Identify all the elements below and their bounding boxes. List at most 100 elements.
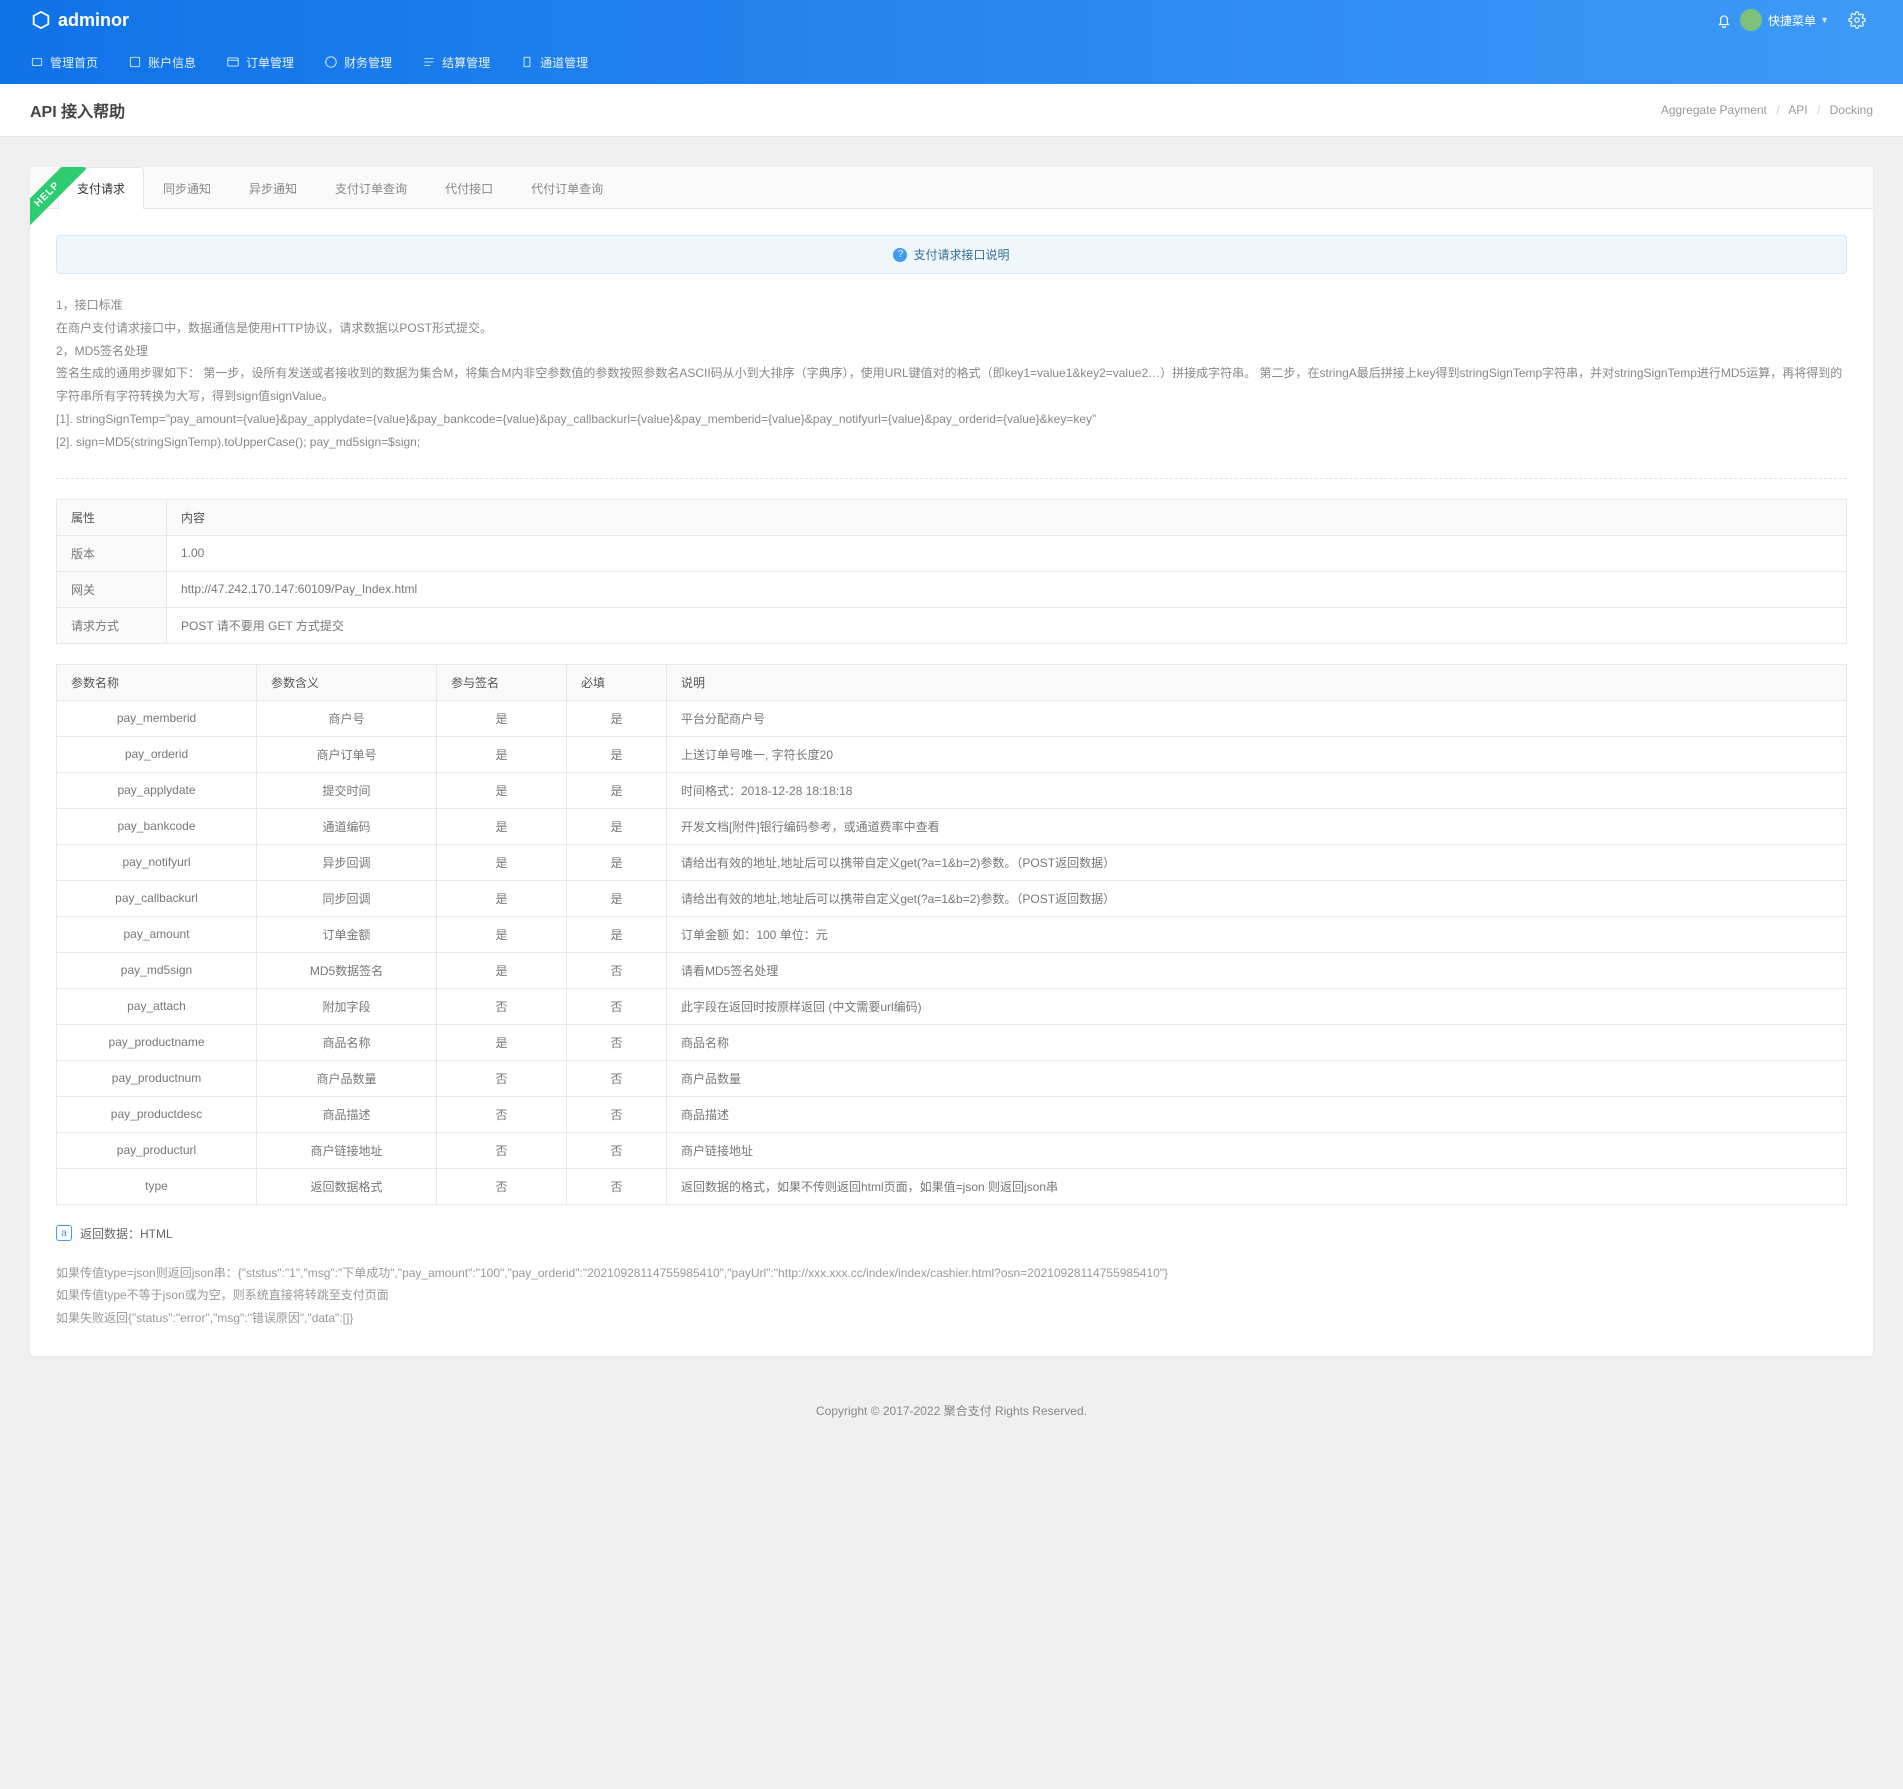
- p-sign: 是: [437, 916, 567, 952]
- crumb-0[interactable]: Aggregate Payment: [1661, 103, 1767, 117]
- p-meaning: 商户号: [257, 700, 437, 736]
- table-row: pay_productnum 商户品数量 否 否 商户品数量: [57, 1060, 1847, 1096]
- footer: Copyright © 2017-2022 聚合支付 Rights Reserv…: [0, 1386, 1903, 1435]
- nav-settle-label: 结算管理: [442, 54, 490, 71]
- p-required: 是: [567, 736, 667, 772]
- nav-orders-label: 订单管理: [246, 54, 294, 71]
- nav-home-label: 管理首页: [50, 54, 98, 71]
- p-name: pay_notifyurl: [57, 844, 257, 880]
- tab-pay-query[interactable]: 支付订单查询: [316, 167, 426, 209]
- p-sign: 否: [437, 1132, 567, 1168]
- kv-h0: 属性: [57, 499, 167, 535]
- nav-account-label: 账户信息: [148, 54, 196, 71]
- table-row: pay_memberid 商户号 是 是 平台分配商户号: [57, 700, 1847, 736]
- kv-val: http://47.242.170.147:60109/Pay_Index.ht…: [167, 571, 1847, 607]
- table-row: pay_bankcode 通道编码 是 是 开发文档[附件]银行编码参考，或通道…: [57, 808, 1847, 844]
- p-meaning: MD5数据签名: [257, 952, 437, 988]
- info-bar: ? 支付请求接口说明: [56, 235, 1847, 274]
- p-sign: 是: [437, 880, 567, 916]
- meta-table: 属性 内容 版本 1.00 网关 http://47.242.170.147:6…: [56, 499, 1847, 644]
- description-block: 1，接口标准在商户支付请求接口中，数据通信是使用HTTP协议，请求数据以POST…: [56, 294, 1847, 454]
- table-row: pay_productname 商品名称 是 否 商品名称: [57, 1024, 1847, 1060]
- p-name: pay_md5sign: [57, 952, 257, 988]
- p-required: 是: [567, 880, 667, 916]
- return-head-text: 返回数据：HTML: [80, 1225, 173, 1242]
- desc-line: [1]. stringSignTemp="pay_amount={value}&…: [56, 408, 1847, 431]
- kv-h1: 内容: [167, 499, 1847, 535]
- tab-async-notify[interactable]: 异步通知: [230, 167, 316, 209]
- kv-key: 版本: [57, 535, 167, 571]
- p-required: 否: [567, 952, 667, 988]
- p-required: 是: [567, 700, 667, 736]
- p-desc: 订单金额 如：100 单位：元: [667, 916, 1847, 952]
- tab-payout-query[interactable]: 代付订单查询: [512, 167, 622, 209]
- p-name: type: [57, 1168, 257, 1204]
- p-desc: 请看MD5签名处理: [667, 952, 1847, 988]
- p-required: 是: [567, 916, 667, 952]
- table-row: pay_productdesc 商品描述 否 否 商品描述: [57, 1096, 1847, 1132]
- page-title: API 接入帮助: [30, 98, 125, 122]
- p-required: 否: [567, 1096, 667, 1132]
- nav-orders[interactable]: 订单管理: [226, 40, 294, 84]
- p-meaning: 提交时间: [257, 772, 437, 808]
- p-name: pay_memberid: [57, 700, 257, 736]
- crumb-2: Docking: [1830, 103, 1873, 117]
- p-name: pay_amount: [57, 916, 257, 952]
- p-meaning: 商户链接地址: [257, 1132, 437, 1168]
- p-required: 否: [567, 1132, 667, 1168]
- nav-account[interactable]: 账户信息: [128, 40, 196, 84]
- nav-channel-label: 通道管理: [540, 54, 588, 71]
- nav-settle[interactable]: 结算管理: [422, 40, 490, 84]
- ph2: 参与签名: [437, 664, 567, 700]
- p-required: 否: [567, 988, 667, 1024]
- desc-line: 在商户支付请求接口中，数据通信是使用HTTP协议，请求数据以POST形式提交。: [56, 317, 1847, 340]
- table-row: 版本 1.00: [57, 535, 1847, 571]
- chevron-down-icon: ▾: [1822, 15, 1827, 26]
- question-icon: ?: [893, 248, 907, 262]
- brand-logo[interactable]: adminor: [30, 9, 129, 31]
- return-lines: 如果传值type=json则返回json串：{"ststus":"1","msg…: [56, 1262, 1847, 1330]
- gear-icon[interactable]: [1841, 11, 1873, 29]
- nav-channel[interactable]: 通道管理: [520, 40, 588, 84]
- p-meaning: 商品名称: [257, 1024, 437, 1060]
- table-row: pay_producturl 商户链接地址 否 否 商户链接地址: [57, 1132, 1847, 1168]
- p-sign: 否: [437, 1096, 567, 1132]
- desc-line: [2]. sign=MD5(stringSignTemp).toUpperCas…: [56, 431, 1847, 454]
- p-meaning: 返回数据格式: [257, 1168, 437, 1204]
- brand-text: adminor: [58, 10, 129, 31]
- nav-finance-label: 财务管理: [344, 54, 392, 71]
- table-row: pay_notifyurl 异步回调 是 是 请给出有效的地址,地址后可以携带自…: [57, 844, 1847, 880]
- return-head: a 返回数据：HTML: [56, 1225, 1847, 1242]
- tabs: 支付请求 同步通知 异步通知 支付订单查询 代付接口 代付订单查询: [30, 167, 1873, 209]
- avatar: [1740, 9, 1762, 31]
- kv-key: 网关: [57, 571, 167, 607]
- bell-icon[interactable]: [1708, 11, 1740, 29]
- tab-sync-notify[interactable]: 同步通知: [144, 167, 230, 209]
- table-row: 请求方式 POST 请不要用 GET 方式提交: [57, 607, 1847, 643]
- nav-home[interactable]: 管理首页: [30, 40, 98, 84]
- p-desc: 商品描述: [667, 1096, 1847, 1132]
- p-desc: 返回数据的格式，如果不传则返回html页面，如果值=json 则返回json串: [667, 1168, 1847, 1204]
- p-desc: 平台分配商户号: [667, 700, 1847, 736]
- p-required: 否: [567, 1024, 667, 1060]
- p-sign: 是: [437, 772, 567, 808]
- table-row: pay_orderid 商户订单号 是 是 上送订单号唯一, 字符长度20: [57, 736, 1847, 772]
- p-name: pay_attach: [57, 988, 257, 1024]
- p-sign: 是: [437, 952, 567, 988]
- table-row: pay_md5sign MD5数据签名 是 否 请看MD5签名处理: [57, 952, 1847, 988]
- desc-line: 2，MD5签名处理: [56, 340, 1847, 363]
- p-required: 否: [567, 1168, 667, 1204]
- p-required: 是: [567, 772, 667, 808]
- tab-payout[interactable]: 代付接口: [426, 167, 512, 209]
- nav-finance[interactable]: 财务管理: [324, 40, 392, 84]
- p-meaning: 商品描述: [257, 1096, 437, 1132]
- p-desc: 商户链接地址: [667, 1132, 1847, 1168]
- return-line: 如果传值type不等于json或为空，则系统直接将转跳至支付页面: [56, 1284, 1847, 1307]
- p-sign: 是: [437, 844, 567, 880]
- p-meaning: 通道编码: [257, 808, 437, 844]
- crumb-1[interactable]: API: [1788, 103, 1807, 117]
- p-sign: 否: [437, 988, 567, 1024]
- p-desc: 此字段在返回时按原样返回 (中文需要url编码): [667, 988, 1847, 1024]
- ph3: 必填: [567, 664, 667, 700]
- quick-menu-dropdown[interactable]: 快捷菜单 ▾: [1740, 9, 1827, 31]
